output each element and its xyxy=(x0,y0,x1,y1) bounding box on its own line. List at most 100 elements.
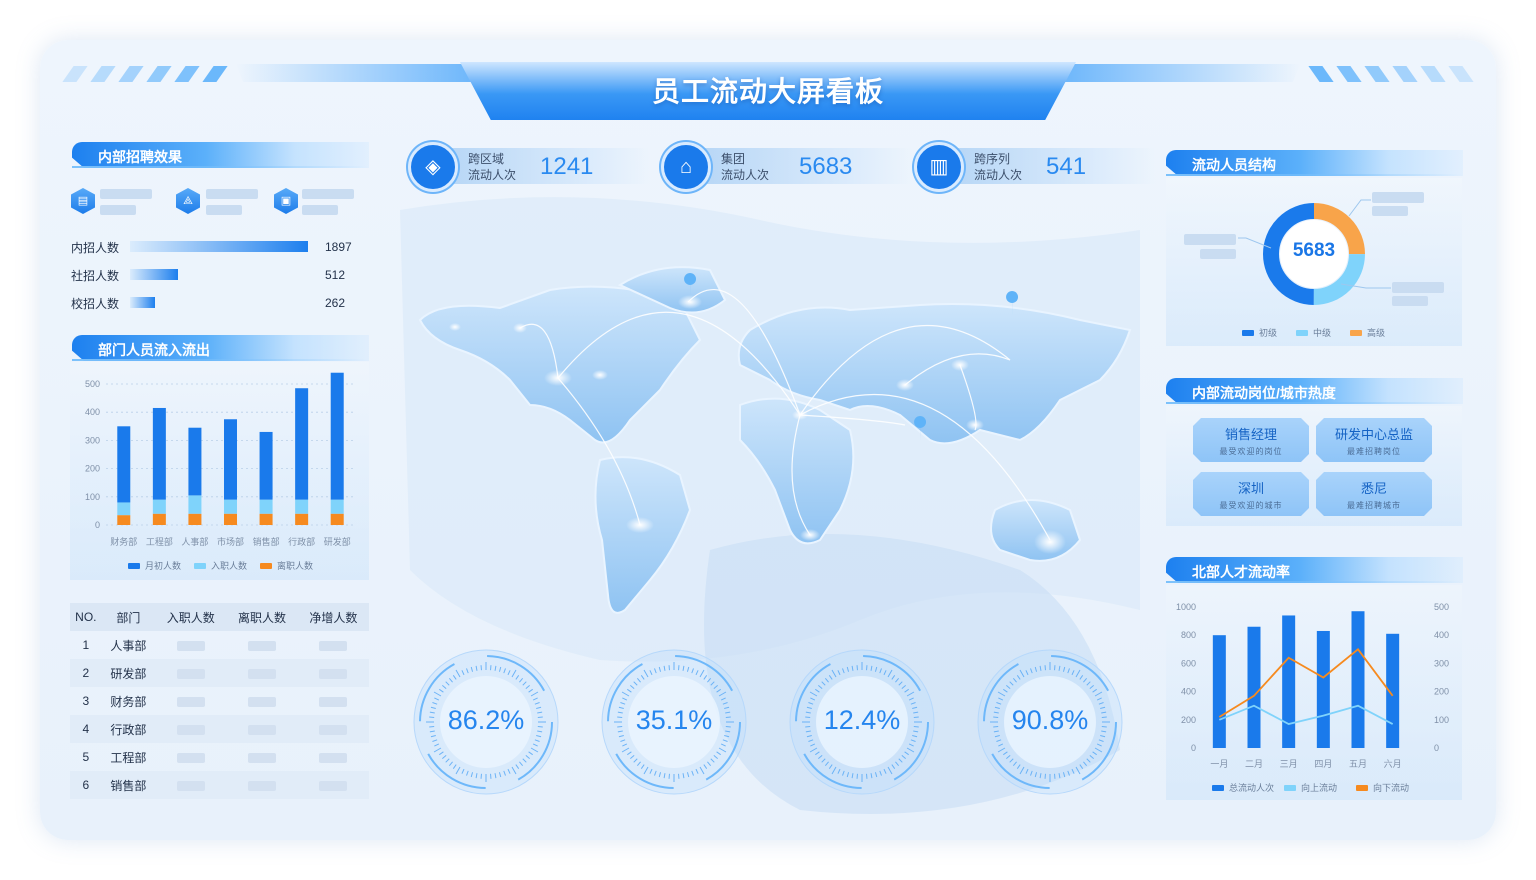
bar xyxy=(1351,611,1365,748)
legend-label: 入职人数 xyxy=(211,560,247,571)
kpi-name-line1: 跨序列 xyxy=(974,152,1011,166)
x-tick-label: 人事部 xyxy=(181,536,208,547)
legend-label: 高级 xyxy=(1367,327,1385,338)
row-placeholder-cell xyxy=(155,687,226,715)
row-placeholder-cell xyxy=(155,715,227,743)
gauge-value: 90.8% xyxy=(1011,705,1089,735)
table-row: 4 行政部 xyxy=(70,715,369,743)
legend-label: 向上流动 xyxy=(1301,782,1337,793)
placeholder-text xyxy=(206,189,258,199)
x-tick-label: 五月 xyxy=(1349,759,1367,769)
y-tick-label-left: 400 xyxy=(1181,687,1196,697)
placeholder-text xyxy=(206,205,242,215)
x-tick-label: 三月 xyxy=(1280,759,1298,769)
row-no: 6 xyxy=(70,771,102,799)
dept-table: NO. 部门 入职人数 离职人数 净增人数 1 人事部 2 研发部 3 财务部 4 行政部 5 工… xyxy=(70,603,369,799)
placeholder-text xyxy=(100,205,136,215)
bar-1 xyxy=(152,499,166,514)
recruit-panel-title: 内部招聘效果 xyxy=(98,149,182,165)
heat-card-title: 研发中心总监 xyxy=(1334,427,1413,442)
y-tick-label: 200 xyxy=(85,464,100,474)
bar-0 xyxy=(330,372,344,500)
x-tick-label: 工程部 xyxy=(146,536,173,547)
legend-label: 中级 xyxy=(1313,327,1331,338)
title-wing-right xyxy=(1060,64,1300,82)
placeholder-value xyxy=(319,640,348,651)
y-tick-label-right: 500 xyxy=(1434,602,1449,612)
bar-0 xyxy=(117,426,131,503)
placeholder-text xyxy=(302,189,354,199)
row-no: 1 xyxy=(82,638,90,652)
dept-flow-chart: 500 400 300 200 100 0 财务部 工程部 人事部 市场部 销售部 行政部 研发部月初人… xyxy=(85,372,355,571)
heat-card: 销售经理最受欢迎的岗位 xyxy=(1193,418,1309,462)
y-tick-label-right: 400 xyxy=(1434,630,1449,640)
y-tick-label: 0 xyxy=(95,520,100,530)
kpi-name-line2: 流动人次 xyxy=(468,168,517,182)
row-placeholder-cell xyxy=(297,659,369,687)
kpi-icon-circle: ⌂ xyxy=(661,142,711,192)
recruit-bar xyxy=(130,269,179,280)
table-header-row: NO. 部门 入职人数 离职人数 净增人数 xyxy=(70,603,369,631)
bar-0 xyxy=(259,431,273,500)
row-placeholder-cell xyxy=(297,715,369,743)
kpi-icon-circle: ◈ xyxy=(408,142,458,192)
table-header-net: 净增人数 xyxy=(297,603,369,631)
row-placeholder-cell xyxy=(297,771,369,799)
row-no: 5 xyxy=(82,750,90,764)
y-tick-label: 400 xyxy=(85,407,100,417)
legend-swatch xyxy=(1284,785,1296,791)
row-dept: 行政部 xyxy=(101,715,156,743)
line-series-2 xyxy=(1218,648,1394,718)
title-wing-left xyxy=(236,64,476,82)
bar-0 xyxy=(295,388,309,500)
placeholder-text xyxy=(1392,296,1428,306)
kpi-name-line2: 流动人次 xyxy=(721,168,770,182)
row-placeholder-cell xyxy=(155,631,226,659)
bar-1 xyxy=(188,495,202,514)
placeholder-text xyxy=(1200,249,1236,259)
placeholder-value xyxy=(176,780,205,791)
row-dept: 工程部 xyxy=(110,750,147,765)
heat-card-title: 销售经理 xyxy=(1224,427,1277,442)
table-row: 1 人事部 xyxy=(70,631,369,659)
bar-2 xyxy=(330,513,344,525)
legend-label: 总流动人次 xyxy=(1229,782,1274,793)
legend-swatch xyxy=(1350,330,1362,336)
placeholder-value xyxy=(248,752,277,763)
legend-label: 向下流动 xyxy=(1373,782,1409,793)
legend-swatch xyxy=(1242,330,1254,336)
placeholder-value xyxy=(248,696,277,707)
building-icon: ▥ xyxy=(929,156,949,178)
bar-2 xyxy=(224,513,237,525)
heat-card-subtitle: 最难招聘岗位 xyxy=(1347,447,1401,456)
legend-swatch xyxy=(194,563,206,569)
table-row: 2 研发部 xyxy=(70,659,369,687)
continent-australia xyxy=(990,499,1082,562)
placeholder-text xyxy=(1392,282,1444,293)
placeholder-text xyxy=(1372,206,1408,216)
table-header-no: NO. xyxy=(70,603,102,631)
heat-panel-header: 内部流动岗位/城市热度 xyxy=(1166,378,1463,404)
placeholder-text xyxy=(1184,234,1236,245)
recruit-bar-label: 校招人数 xyxy=(71,297,120,311)
kpi-value: 5683 xyxy=(799,153,853,180)
bar-2 xyxy=(152,513,166,525)
row-placeholder-cell xyxy=(226,659,298,687)
placeholder-value xyxy=(319,752,348,763)
legend-swatch xyxy=(128,563,140,569)
bar-1 xyxy=(295,499,309,514)
legend-swatch xyxy=(1212,785,1224,791)
y-tick-label-left: 200 xyxy=(1181,715,1196,725)
kpi-name-line2: 流动人次 xyxy=(974,168,1023,182)
placeholder-value xyxy=(319,696,348,707)
placeholder-value xyxy=(176,640,205,651)
heat-card-subtitle: 最受欢迎的岗位 xyxy=(1219,447,1283,456)
placeholder-value xyxy=(319,668,348,679)
gauge-value: 86.2% xyxy=(447,705,525,735)
table-header-exits: 离职人数 xyxy=(226,603,298,631)
x-tick-label: 财务部 xyxy=(110,536,137,547)
heat-card: 研发中心总监最难招聘岗位 xyxy=(1316,418,1432,462)
x-tick-label: 二月 xyxy=(1245,759,1263,769)
row-placeholder-cell xyxy=(155,743,226,771)
y-tick-label-right: 0 xyxy=(1434,743,1439,753)
